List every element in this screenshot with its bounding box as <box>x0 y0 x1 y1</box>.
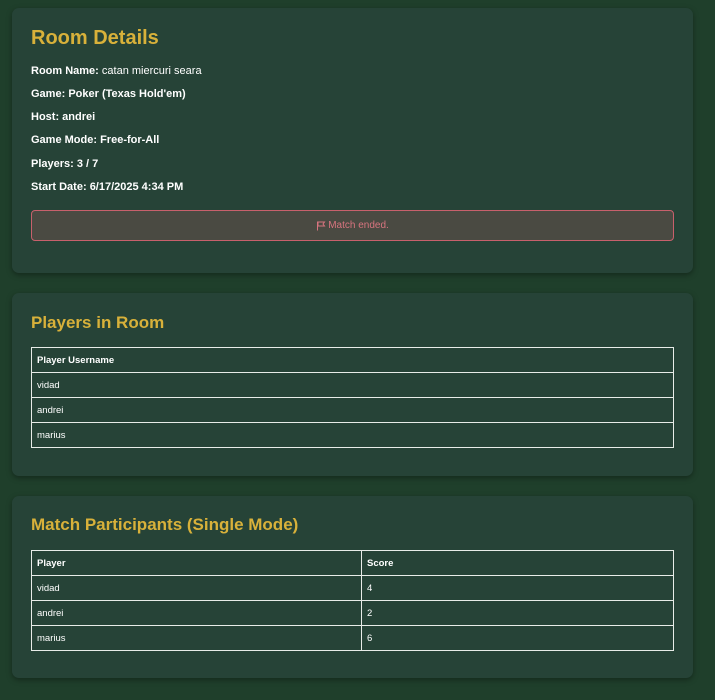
participant-score-cell: 6 <box>361 625 674 651</box>
game-mode-value: Free-for-All <box>100 134 160 146</box>
table-header-row: Player Username <box>31 347 674 373</box>
room-name-value: catan miercuri seara <box>101 65 202 77</box>
match-participants-card: Match Participants (Single Mode) Player … <box>12 496 693 678</box>
players-count-value: 3 / 7 <box>76 158 99 170</box>
room-details-card: Room Details Room Name: catan miercuri s… <box>12 8 693 273</box>
start-date-row: Start Date: 6/17/2025 4:34 PM <box>31 181 183 193</box>
players-table: Player Username vidad andrei marius <box>31 347 674 448</box>
table-row: andrei 2 <box>31 600 674 626</box>
score-header: Score <box>361 550 674 576</box>
participant-score-cell: 4 <box>361 575 674 601</box>
game-label: Game: <box>31 88 66 100</box>
game-mode-row: Game Mode: Free-for-All <box>31 134 159 146</box>
player-username-cell: marius <box>31 422 674 448</box>
start-date-label: Start Date: <box>31 181 87 193</box>
room-details-title: Room Details <box>31 27 159 49</box>
players-count-label: Players: <box>31 158 74 170</box>
players-in-room-card: Players in Room Player Username vidad an… <box>12 293 693 476</box>
player-username-header: Player Username <box>31 347 674 373</box>
start-date-value: 6/17/2025 4:34 PM <box>89 181 184 193</box>
player-username-cell: andrei <box>31 397 674 423</box>
participant-score-cell: 2 <box>361 600 674 626</box>
room-name-label: Room Name: <box>31 65 99 77</box>
participants-table: Player Score vidad 4 andrei 2 marius 6 <box>31 550 674 651</box>
table-row: marius <box>31 422 674 448</box>
table-row: andrei <box>31 397 674 423</box>
participant-player-cell: vidad <box>31 575 362 601</box>
participant-player-cell: marius <box>31 625 362 651</box>
game-value: Poker (Texas Hold'em) <box>68 88 186 100</box>
match-ended-alert: Match ended. <box>31 210 674 241</box>
table-row: vidad 4 <box>31 575 674 601</box>
match-participants-title: Match Participants (Single Mode) <box>31 515 299 534</box>
table-row: marius 6 <box>31 625 674 651</box>
host-row: Host: andrei <box>31 111 95 123</box>
table-row: vidad <box>31 372 674 398</box>
player-header: Player <box>31 550 362 576</box>
room-name-row: Room Name: catan miercuri seara <box>31 65 202 77</box>
host-value: andrei <box>62 111 96 123</box>
players-count-row: Players: 3 / 7 <box>31 158 98 170</box>
table-header-row: Player Score <box>31 550 674 576</box>
match-ended-text: Match ended. <box>328 220 389 231</box>
game-mode-label: Game Mode: <box>31 134 98 146</box>
flag-icon <box>316 221 326 231</box>
game-row: Game: Poker (Texas Hold'em) <box>31 88 186 100</box>
players-in-room-title: Players in Room <box>31 313 165 332</box>
player-username-cell: vidad <box>31 372 674 398</box>
participant-player-cell: andrei <box>31 600 362 626</box>
host-label: Host: <box>31 111 60 123</box>
